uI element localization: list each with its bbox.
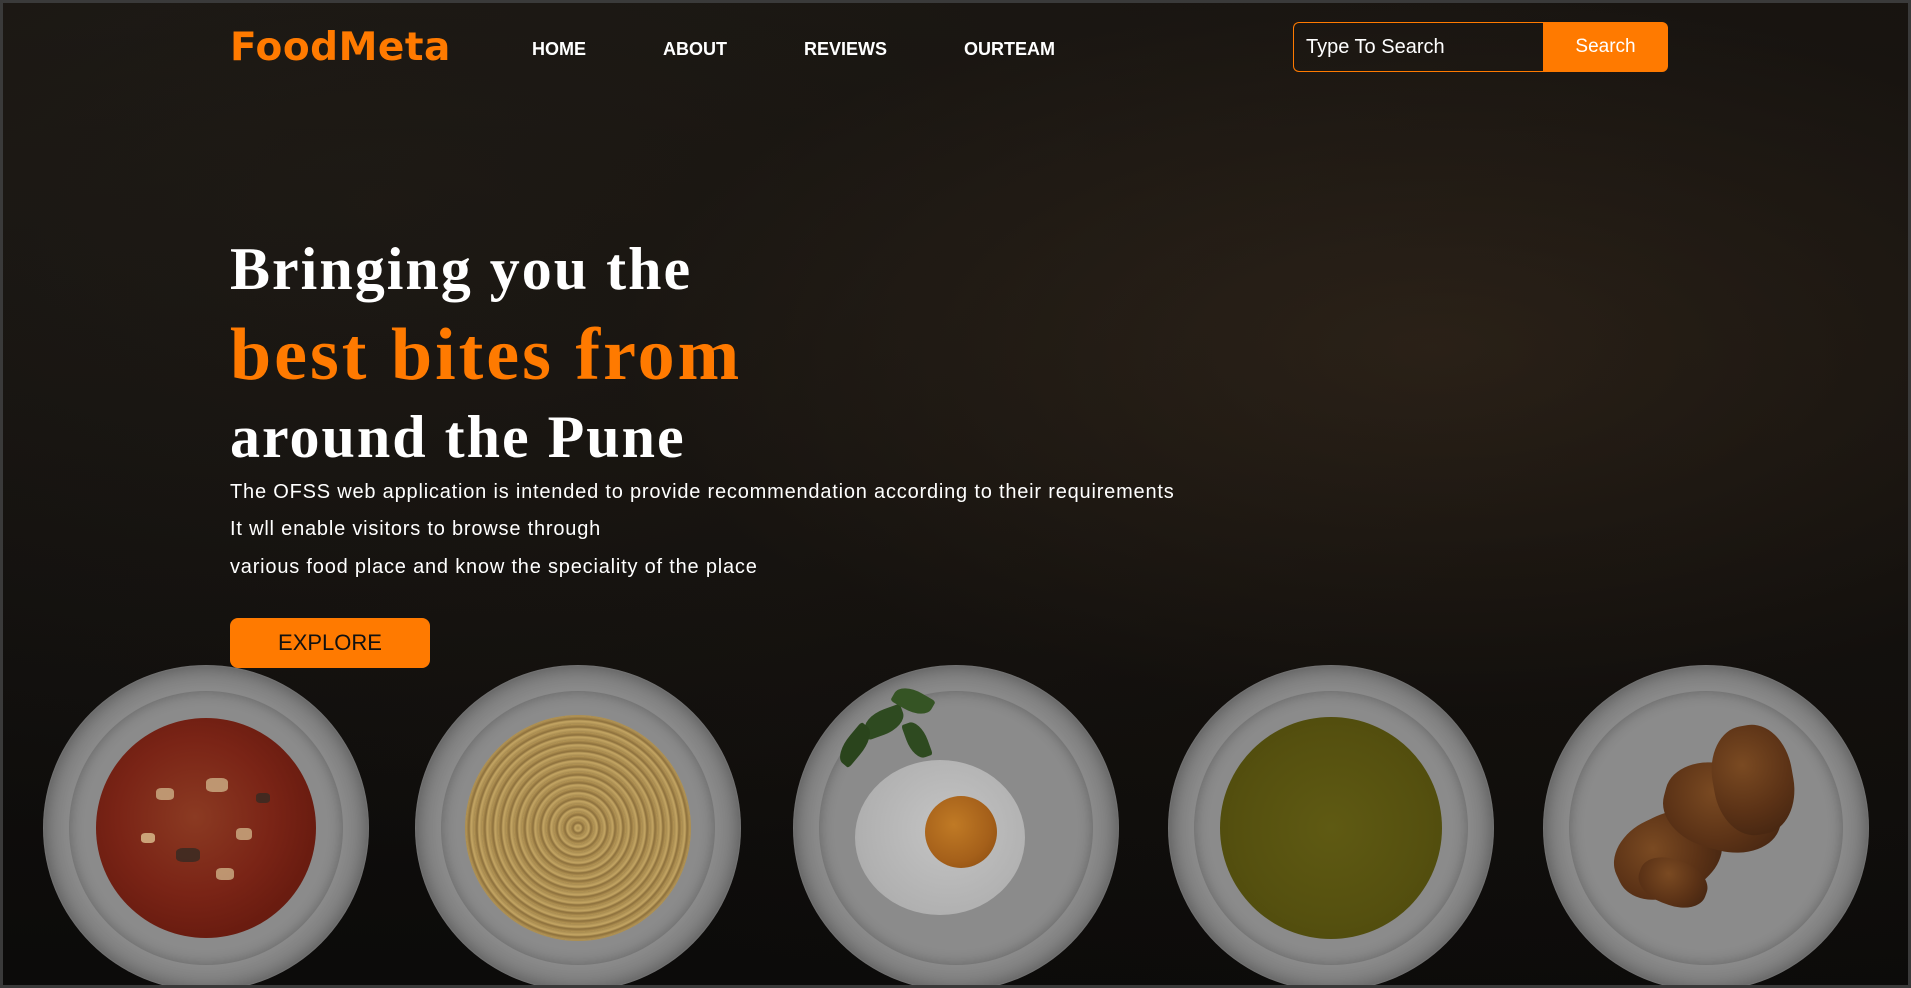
hero-description-line-2: It wll enable visitors to browse through: [230, 518, 602, 540]
nav-reviews[interactable]: REVIEWS: [804, 39, 887, 60]
nav-ourteam[interactable]: OURTEAM: [964, 39, 1055, 60]
soup-plate-icon: [43, 665, 369, 985]
hero-title-line-3: around the Pune: [230, 404, 686, 470]
croissant-plate-icon: [1543, 665, 1869, 985]
spaghetti-plate-icon: [415, 665, 741, 985]
hero-description-line-3: various food place and know the speciali…: [230, 556, 758, 578]
hero-title-line-2: best bites from: [230, 314, 743, 396]
nav-about[interactable]: ABOUT: [663, 39, 727, 60]
search-bar: Search: [1293, 22, 1668, 72]
landing-page: FoodMeta HOME ABOUT REVIEWS OURTEAM Sear…: [0, 0, 1911, 988]
site-logo[interactable]: FoodMeta: [230, 25, 451, 70]
hero-title-line-1: Bringing you the: [230, 236, 693, 302]
main-nav: HOME ABOUT REVIEWS OURTEAM: [532, 39, 1132, 60]
green-soup-plate-icon: [1168, 665, 1494, 985]
search-button[interactable]: Search: [1543, 22, 1668, 72]
nav-home[interactable]: HOME: [532, 39, 586, 60]
hero-description-line-1: The OFSS web application is intended to …: [230, 481, 1175, 503]
explore-button[interactable]: EXPLORE: [230, 618, 430, 668]
search-input[interactable]: [1293, 22, 1543, 72]
fried-egg-plate-icon: [793, 665, 1119, 985]
